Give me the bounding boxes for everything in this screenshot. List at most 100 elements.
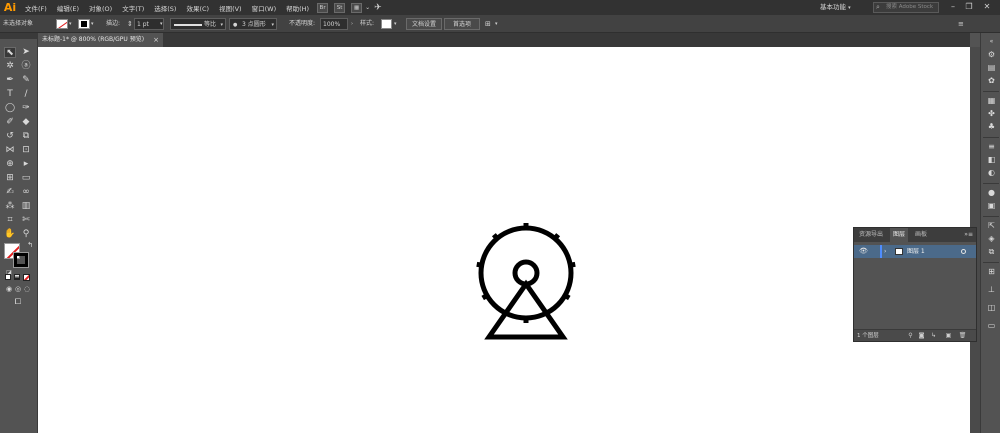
transform-icon[interactable]: ⊞ xyxy=(986,267,997,277)
ferris-wheel-artwork[interactable] xyxy=(475,223,577,341)
eyedropper-tool-icon[interactable]: ✍ xyxy=(4,187,16,198)
brush-select[interactable]: ● 3 点圆形 ▾ xyxy=(229,18,277,30)
arrange-documents-icon[interactable]: ▦ xyxy=(351,2,363,13)
direct-selection-tool-icon[interactable]: ➤ xyxy=(20,47,32,58)
arrange-icon[interactable]: ⊞ xyxy=(485,18,491,30)
color-icon[interactable]: ✿ xyxy=(986,76,997,86)
stroke-stepper-icon[interactable]: ⇕ xyxy=(127,18,133,30)
artboards-icon[interactable]: ⧉ xyxy=(986,247,997,257)
mesh-tool-icon[interactable]: ⊞ xyxy=(4,173,16,184)
tab-artboards[interactable]: 画板 xyxy=(912,228,930,242)
asset-export-icon[interactable]: ⇱ xyxy=(986,221,997,231)
color-mode-icon[interactable] xyxy=(5,274,11,280)
gradient-panel-icon[interactable]: ◧ xyxy=(986,155,997,165)
shape-builder-tool-icon[interactable]: ⊕ xyxy=(4,159,16,170)
create-sublayer-icon[interactable]: ↳ xyxy=(929,331,938,340)
style-dropdown-icon[interactable]: ▾ xyxy=(394,18,397,30)
collapse-panels-icon[interactable]: « xyxy=(986,37,997,47)
transparency-icon[interactable]: ◐ xyxy=(986,168,997,178)
gradient-tool-icon[interactable]: ▭ xyxy=(20,173,32,184)
none-mode-icon[interactable] xyxy=(23,274,30,281)
document-tab[interactable]: 未标题-1* @ 800% (RGB/GPU 预览) × xyxy=(38,33,163,47)
zoom-tool-icon[interactable]: ⚲ xyxy=(20,229,32,240)
workspace-switcher[interactable]: 基本功能 ▾ xyxy=(820,1,868,13)
delete-layer-icon[interactable]: 🗑 xyxy=(958,331,967,340)
close-tab-icon[interactable]: × xyxy=(153,33,159,47)
brushes-icon[interactable]: ✤ xyxy=(986,109,997,119)
selection-tool-icon[interactable]: ⬉ xyxy=(4,47,16,58)
opacity-field[interactable]: 100% xyxy=(320,18,348,30)
magic-wand-tool-icon[interactable]: ✲ xyxy=(4,61,16,72)
make-clipping-mask-icon[interactable]: ◙ xyxy=(917,331,926,340)
menu-object[interactable]: 对象(O) xyxy=(84,3,117,13)
swatches-icon[interactable]: ▦ xyxy=(986,96,997,106)
pen-tool-icon[interactable]: ✒ xyxy=(4,75,16,86)
artboard-tool-icon[interactable]: ⌗ xyxy=(4,215,16,226)
style-swatch[interactable] xyxy=(381,19,392,29)
width-tool-icon[interactable]: ⋈ xyxy=(4,145,16,156)
blend-tool-icon[interactable]: ∞ xyxy=(20,187,32,198)
paintbrush-tool-icon[interactable]: ✑ xyxy=(20,103,32,114)
lasso-tool-icon[interactable]: ⓐ xyxy=(20,61,32,72)
layer-row[interactable]: 👁 › 图层 1 xyxy=(854,245,976,258)
column-graph-tool-icon[interactable]: ▥ xyxy=(20,201,32,212)
menu-effect[interactable]: 效果(C) xyxy=(181,3,214,13)
arrange-dropdown-icon[interactable]: ⌄ xyxy=(365,4,370,11)
arrange-dropdown-icon[interactable]: ▾ xyxy=(495,18,498,30)
properties-icon[interactable]: ⚙ xyxy=(986,50,997,60)
menu-help[interactable]: 帮助(H) xyxy=(281,3,314,13)
restore-button[interactable]: ❐ xyxy=(962,1,976,13)
artboard-canvas[interactable] xyxy=(38,47,970,433)
curvature-tool-icon[interactable]: ✎ xyxy=(20,75,32,86)
symbols-icon[interactable]: ♣ xyxy=(986,122,997,132)
free-transform-tool-icon[interactable]: ⊡ xyxy=(20,145,32,156)
hand-tool-icon[interactable]: ✋ xyxy=(4,229,16,240)
symbol-sprayer-tool-icon[interactable]: ⁂ xyxy=(4,201,16,212)
libraries-icon[interactable]: ▤ xyxy=(986,63,997,73)
opacity-dropdown-icon[interactable]: › xyxy=(351,18,353,30)
rotate-tool-icon[interactable]: ↺ xyxy=(4,131,16,142)
tab-layers[interactable]: 图层 xyxy=(890,228,909,242)
stroke-profile-select[interactable]: 等比 ▾ xyxy=(170,18,226,30)
draw-inside-icon[interactable]: ◌ xyxy=(21,284,33,295)
bridge-button[interactable]: Br xyxy=(317,2,329,13)
graphic-styles-icon[interactable]: ▣ xyxy=(986,201,997,211)
character-icon[interactable]: ▭ xyxy=(986,321,997,331)
menu-type[interactable]: 文字(T) xyxy=(117,3,149,13)
type-tool-icon[interactable]: T xyxy=(4,89,16,100)
layers-icon[interactable]: ◈ xyxy=(986,234,997,244)
stock-button[interactable]: St xyxy=(334,2,346,13)
stroke-panel-icon[interactable]: ≡ xyxy=(986,142,997,152)
scale-tool-icon[interactable]: ⧉ xyxy=(20,131,32,142)
appearance-icon[interactable]: ● xyxy=(986,188,997,198)
slice-tool-icon[interactable]: ✄ xyxy=(20,215,32,226)
menu-edit[interactable]: 编辑(E) xyxy=(52,3,84,13)
stock-search-input[interactable]: ⌕ 搜索 Adobe Stock xyxy=(873,2,939,13)
minimize-button[interactable]: – xyxy=(946,1,960,13)
swap-fill-stroke-icon[interactable]: ↰ xyxy=(24,240,36,251)
tab-asset-export[interactable]: 资源导出 xyxy=(856,228,886,242)
panel-menu-icon[interactable]: »≡ xyxy=(964,228,973,242)
stroke-indicator[interactable] xyxy=(13,252,29,268)
gradient-mode-icon[interactable] xyxy=(14,274,20,280)
visibility-eye-icon[interactable]: 👁 xyxy=(859,245,868,258)
pathfinder-icon[interactable]: ◫ xyxy=(986,303,997,313)
ellipse-tool-icon[interactable]: ◯ xyxy=(4,103,16,114)
menu-view[interactable]: 视图(V) xyxy=(214,3,247,13)
menu-file[interactable]: 文件(F) xyxy=(20,3,52,13)
perspective-grid-tool-icon[interactable]: ▸ xyxy=(20,159,32,170)
menu-select[interactable]: 选择(S) xyxy=(149,3,181,13)
stroke-weight-dropdown-icon[interactable]: ▾ xyxy=(160,18,163,30)
panel-menu-icon[interactable]: ≡ xyxy=(958,18,964,30)
preferences-button[interactable]: 首选项 xyxy=(444,18,480,30)
change-screen-mode-icon[interactable]: ⧠ xyxy=(12,296,24,307)
close-window-button[interactable]: ✕ xyxy=(980,1,994,13)
line-tool-icon[interactable]: / xyxy=(20,89,32,100)
fill-dropdown-icon[interactable]: ▾ xyxy=(69,18,72,30)
stroke-swatch[interactable] xyxy=(78,19,90,29)
stroke-dropdown-icon[interactable]: ▾ xyxy=(91,18,94,30)
align-icon[interactable]: ⊥ xyxy=(986,285,997,295)
eraser-tool-icon[interactable]: ◆ xyxy=(20,117,32,128)
layer-target-icon[interactable] xyxy=(961,249,966,254)
new-layer-icon[interactable]: ▣ xyxy=(944,331,953,340)
